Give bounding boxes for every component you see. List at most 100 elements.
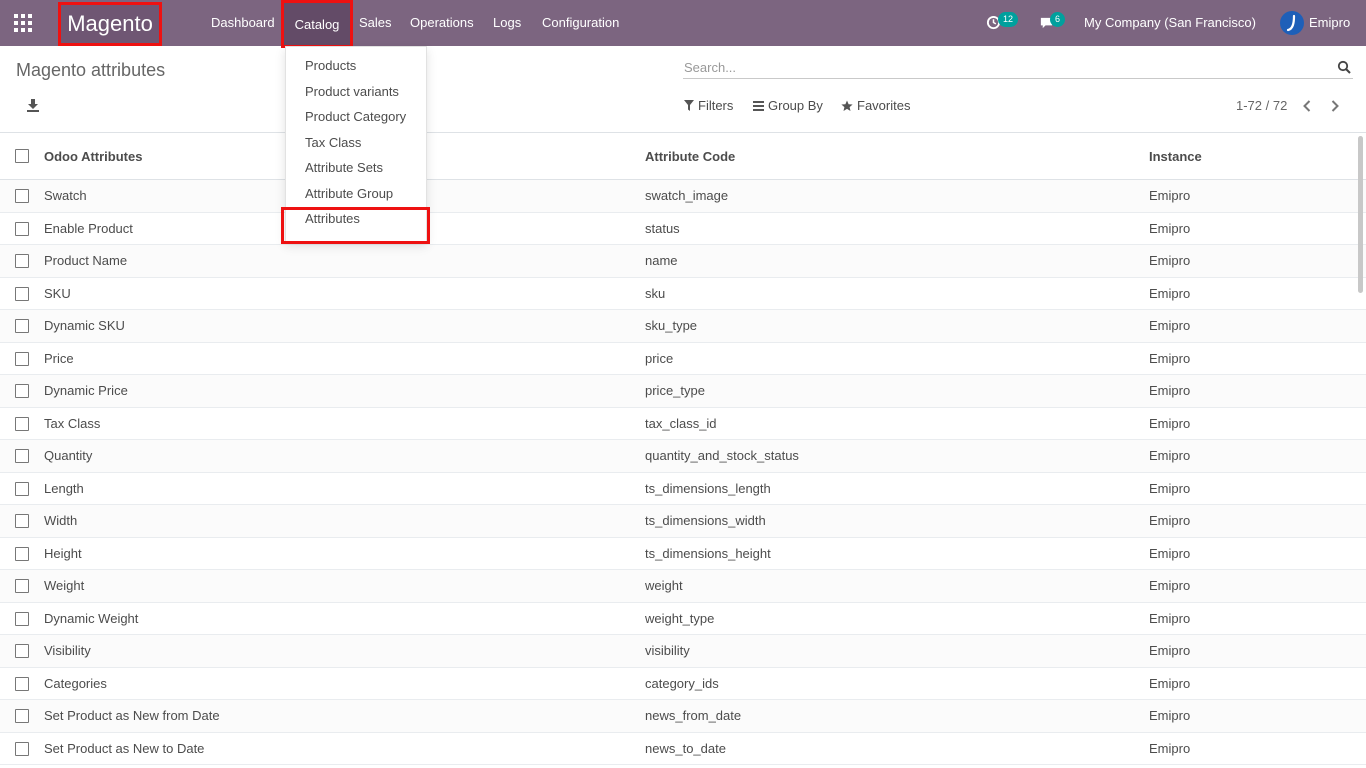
table-row[interactable]: Height ts_dimensions_height Emipro [0, 538, 1366, 570]
cell-attribute-code: news_from_date [645, 708, 742, 724]
favorites-label: Favorites [857, 98, 911, 113]
cell-odoo-attribute: Width [44, 513, 78, 529]
cell-instance: Emipro [1149, 643, 1191, 659]
filters-button[interactable]: Filters [684, 98, 733, 113]
apps-menu-icon[interactable] [14, 14, 32, 32]
pager-next-icon[interactable] [1329, 99, 1341, 113]
row-checkbox[interactable] [15, 741, 29, 756]
group-by-label: Group By [768, 98, 823, 113]
table-row[interactable]: Enable Product status Emipro [0, 213, 1366, 245]
table-row[interactable]: Categories category_ids Emipro [0, 668, 1366, 700]
table-row[interactable]: Tax Class tax_class_id Emipro [0, 408, 1366, 440]
attributes-highlight-box [281, 207, 430, 244]
table-row[interactable]: Dynamic SKU sku_type Emipro [0, 310, 1366, 343]
dropdown-item-attribute-sets[interactable]: Attribute Sets [305, 158, 383, 178]
cell-instance: Emipro [1149, 220, 1191, 236]
row-checkbox[interactable] [15, 579, 29, 593]
table-row[interactable]: Product Name name Emipro [0, 245, 1366, 278]
cell-instance: Emipro [1149, 513, 1191, 529]
search-input[interactable] [683, 57, 1323, 77]
menu-logs[interactable]: Logs [493, 0, 521, 46]
cell-odoo-attribute: Visibility [44, 643, 91, 659]
row-checkbox[interactable] [15, 221, 29, 236]
filters-label: Filters [698, 98, 734, 113]
dropdown-item-tax-class[interactable]: Tax Class [305, 133, 361, 153]
row-checkbox[interactable] [15, 384, 29, 398]
table-row[interactable]: Width ts_dimensions_width Emipro [0, 505, 1366, 538]
cell-attribute-code: weight [645, 578, 683, 594]
cell-odoo-attribute: Weight [44, 578, 85, 594]
cell-attribute-code: name [645, 253, 678, 269]
search-icon[interactable] [1337, 60, 1351, 74]
menu-catalog[interactable]: Catalog [281, 0, 353, 48]
row-checkbox[interactable] [15, 416, 29, 431]
dropdown-item-products[interactable]: Products [305, 56, 356, 76]
row-checkbox[interactable] [15, 319, 29, 333]
header-instance[interactable]: Instance [1149, 133, 1202, 179]
table-row[interactable]: Set Product as New from Date news_from_da… [0, 700, 1366, 733]
app-brand[interactable]: Magento [58, 2, 162, 46]
select-all-checkbox[interactable] [15, 149, 29, 163]
menu-sales[interactable]: Sales [359, 0, 392, 46]
table-scrollbar[interactable] [1358, 136, 1363, 293]
group-by-button[interactable]: Group By [753, 98, 823, 113]
row-checkbox[interactable] [15, 514, 29, 528]
row-checkbox[interactable] [15, 481, 29, 496]
cell-instance: Emipro [1149, 318, 1191, 334]
table-row[interactable]: Price price Emipro [0, 343, 1366, 375]
menu-operations[interactable]: Operations [410, 0, 474, 46]
download-icon[interactable] [26, 98, 40, 112]
table-row[interactable]: Swatch swatch_image Emipro [0, 180, 1366, 213]
cell-attribute-code: ts_dimensions_length [645, 480, 771, 496]
row-checkbox[interactable] [15, 546, 29, 561]
table-row[interactable]: Visibility visibility Emipro [0, 635, 1366, 668]
menu-dashboard[interactable]: Dashboard [211, 0, 275, 46]
pager-value[interactable]: 1-72 / 72 [1236, 98, 1287, 113]
user-menu[interactable]: Emipro [1309, 0, 1350, 46]
cell-instance: Emipro [1149, 448, 1191, 464]
row-checkbox[interactable] [15, 644, 29, 658]
cell-attribute-code: status [645, 220, 680, 236]
cell-odoo-attribute: Dynamic Price [44, 383, 128, 399]
table-row[interactable]: Set Product as New to Date news_to_date Em… [0, 733, 1366, 765]
cell-instance: Emipro [1149, 285, 1191, 301]
header-odoo-attributes[interactable]: Odoo Attributes [44, 133, 142, 179]
cell-instance: Emipro [1149, 675, 1191, 691]
cell-instance: Emipro [1149, 708, 1191, 724]
row-checkbox[interactable] [15, 189, 29, 203]
table-row[interactable]: SKU sku Emipro [0, 278, 1366, 310]
cell-attribute-code: price [645, 350, 674, 366]
cell-odoo-attribute: Price [44, 350, 74, 366]
row-checkbox[interactable] [15, 449, 29, 463]
dropdown-item-product-category[interactable]: Product Category [305, 107, 406, 127]
row-checkbox[interactable] [15, 611, 29, 626]
row-checkbox[interactable] [15, 351, 29, 366]
user-avatar-icon [1286, 14, 1296, 32]
cell-attribute-code: category_ids [645, 675, 719, 691]
dropdown-item-attribute-group[interactable]: Attribute Group [305, 184, 393, 204]
cell-attribute-code: quantity_and_stock_status [645, 448, 799, 464]
page-title: Magento attributes [16, 60, 166, 80]
menu-configuration[interactable]: Configuration [542, 0, 619, 46]
row-checkbox[interactable] [15, 676, 29, 691]
table-row[interactable]: Quantity quantity_and_stock_status Emipro [0, 440, 1366, 473]
cell-instance: Emipro [1149, 383, 1191, 399]
row-checkbox[interactable] [15, 254, 29, 268]
header-attribute-code[interactable]: Attribute Code [645, 133, 735, 179]
pager-previous-icon[interactable] [1301, 99, 1313, 113]
table-row[interactable]: Dynamic Price price_type Emipro [0, 375, 1366, 408]
cell-attribute-code: news_to_date [645, 740, 726, 756]
row-checkbox[interactable] [15, 709, 29, 723]
table-row[interactable]: Dynamic Weight weight_type Emipro [0, 603, 1366, 635]
company-switcher[interactable]: My Company (San Francisco) [1084, 0, 1256, 46]
row-checkbox[interactable] [15, 286, 29, 301]
favorites-button[interactable]: Favorites [841, 98, 910, 113]
cell-odoo-attribute: Product Name [44, 253, 128, 269]
user-avatar[interactable] [1280, 11, 1304, 35]
table-row[interactable]: Weight weight Emipro [0, 570, 1366, 603]
star-icon [841, 100, 853, 111]
cell-attribute-code: ts_dimensions_height [645, 545, 771, 561]
table-row[interactable]: Length ts_dimensions_length Emipro [0, 473, 1366, 505]
cell-odoo-attribute: Height [44, 545, 82, 561]
dropdown-item-product-variants[interactable]: Product variants [305, 82, 399, 102]
